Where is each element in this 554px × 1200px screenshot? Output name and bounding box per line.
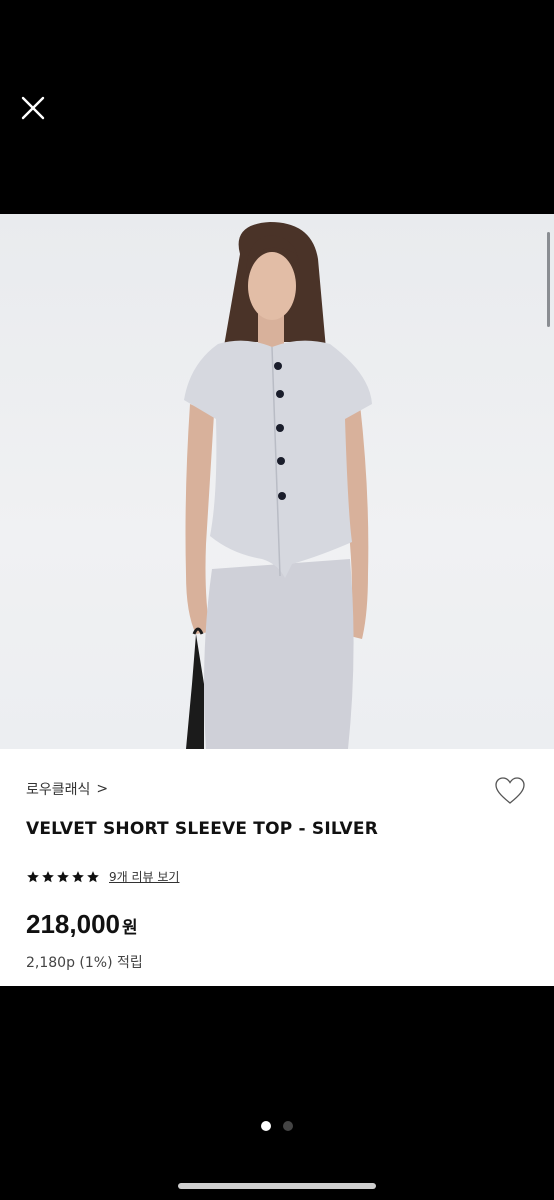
star-icon	[57, 870, 69, 882]
star-icon	[42, 870, 54, 882]
price-value: 218,000	[26, 909, 120, 939]
favorite-button[interactable]	[494, 776, 526, 806]
chevron-right-icon: >	[96, 781, 109, 797]
price-unit: 원	[121, 918, 138, 938]
heart-icon	[495, 777, 525, 804]
model-illustration	[184, 222, 372, 749]
rating-stars	[26, 870, 100, 884]
pagination-dot[interactable]	[283, 1121, 293, 1131]
product-title: VELVET SHORT SLEEVE TOP - SILVER	[26, 819, 379, 839]
product-info-card: 로우클래식 > VELVET SHORT SLEEVE TOP - SILVER…	[0, 749, 554, 986]
scroll-indicator[interactable]	[547, 232, 550, 327]
gallery-pagination	[0, 1121, 554, 1131]
close-button[interactable]	[18, 93, 48, 123]
star-icon	[87, 870, 99, 882]
star-icon	[72, 870, 84, 882]
product-image[interactable]	[0, 214, 554, 749]
review-link[interactable]: 9개 리뷰 보기	[109, 868, 179, 885]
home-indicator	[178, 1183, 376, 1189]
pagination-dot[interactable]	[261, 1121, 271, 1131]
brand-link[interactable]: 로우클래식 >	[26, 779, 108, 799]
close-icon	[21, 96, 45, 120]
price-row: 218,000 원	[26, 909, 138, 940]
points-text: 2,180p (1%) 적립	[26, 955, 143, 971]
rating-row: 9개 리뷰 보기	[26, 868, 179, 885]
brand-name: 로우클래식	[26, 782, 91, 798]
star-icon	[27, 870, 39, 882]
